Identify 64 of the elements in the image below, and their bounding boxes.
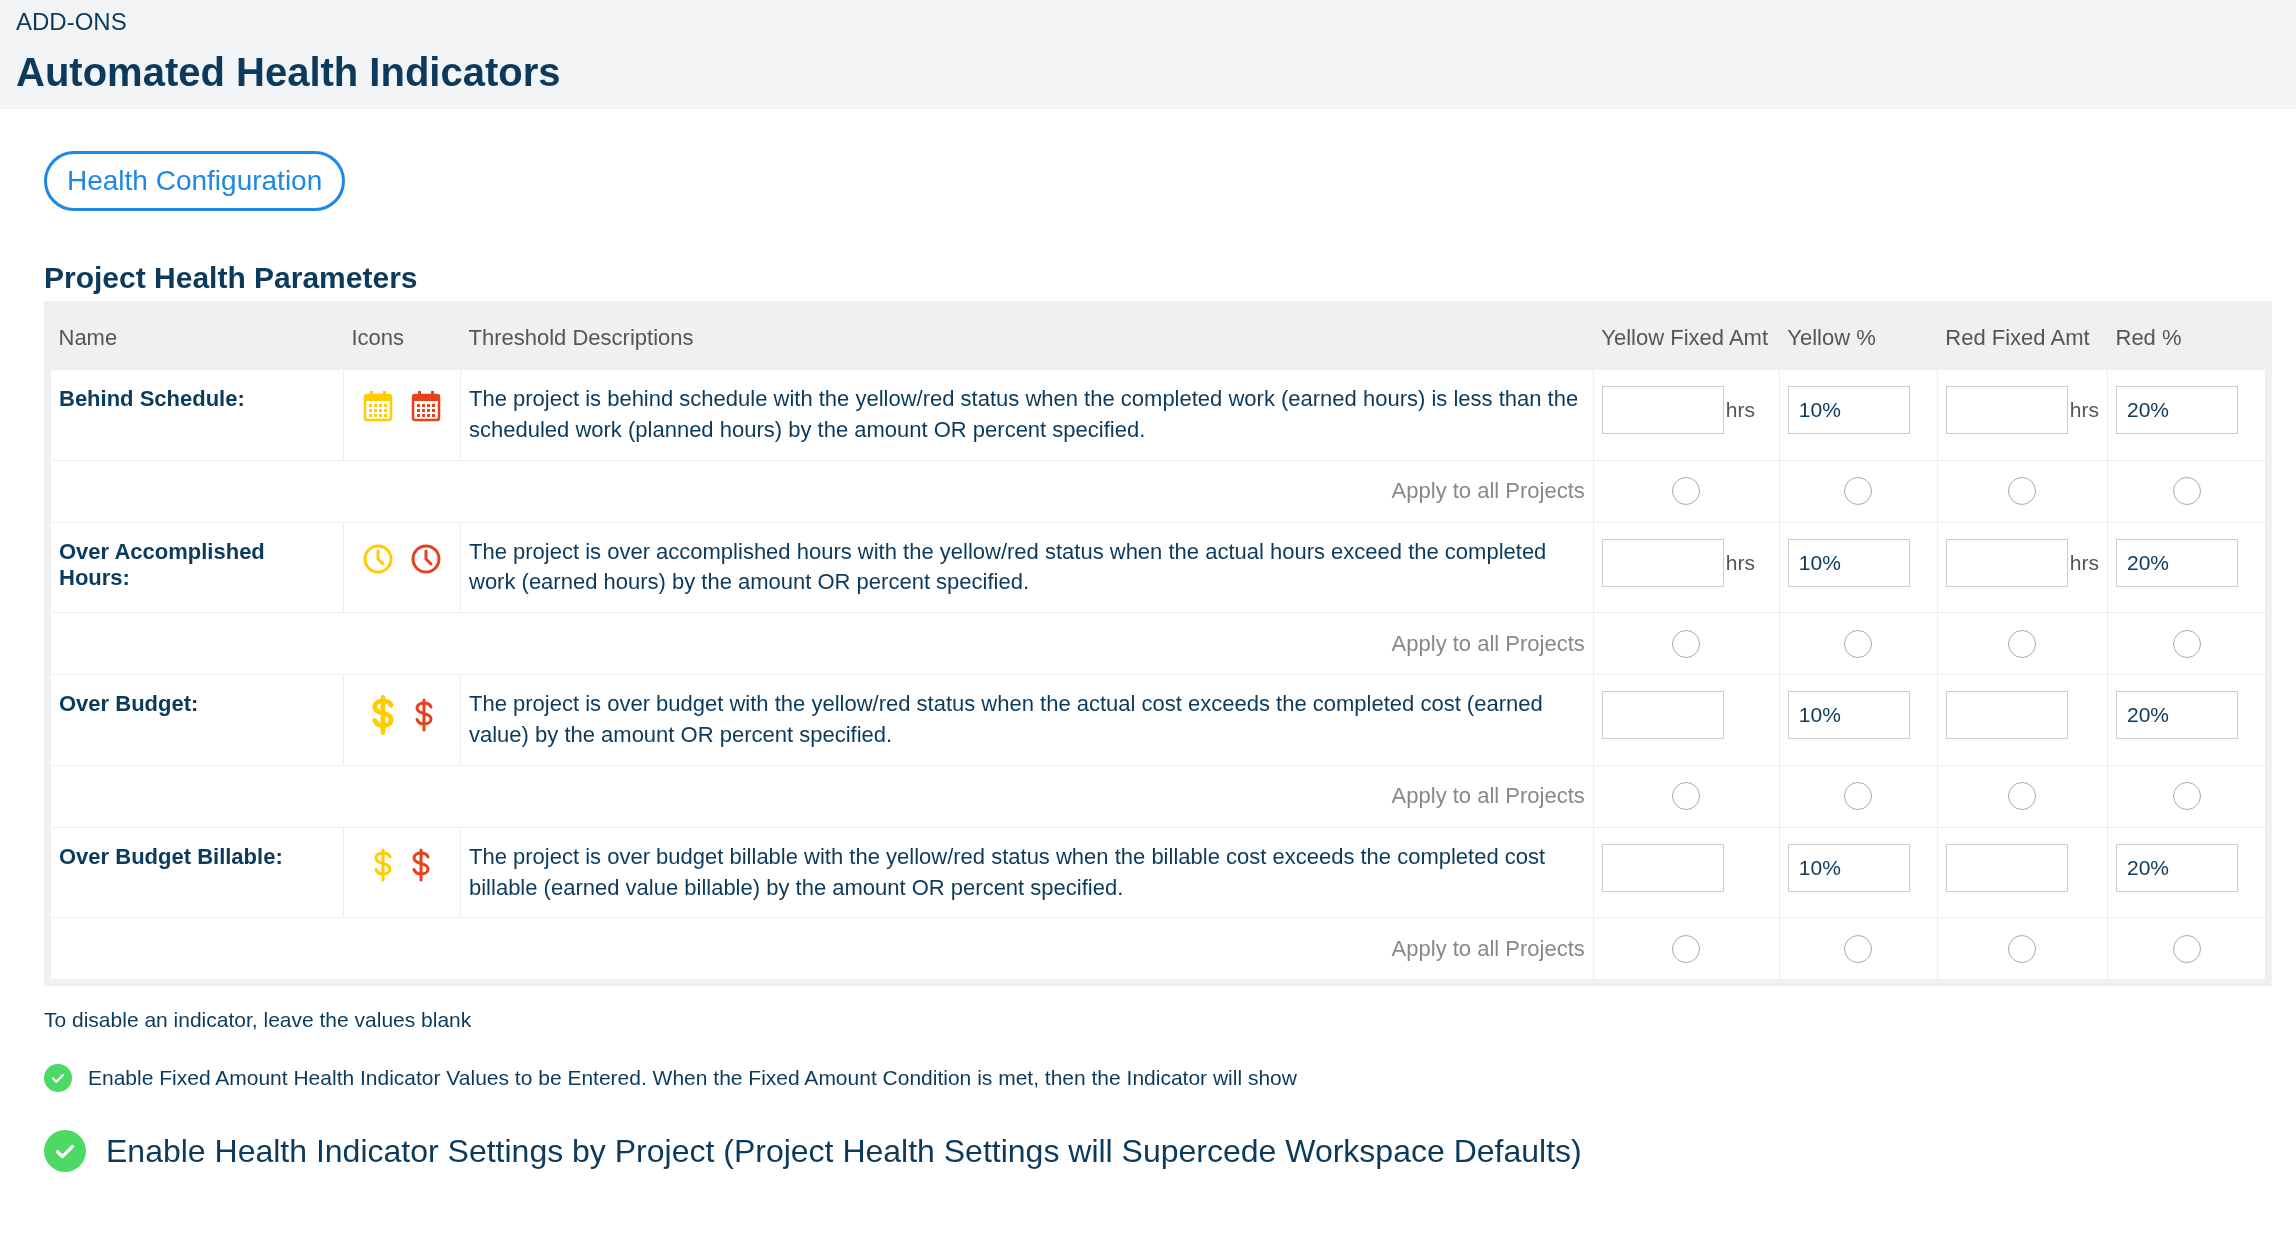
unit-label: hrs bbox=[1725, 550, 1755, 575]
apply-to-all-label: Apply to all Projects bbox=[1390, 630, 1585, 657]
indicator-name: Over Accomplished Hours: bbox=[59, 537, 266, 591]
option-label: Enable Fixed Amount Health Indicator Values to be Entered. When the Fixed Amount Condition is met, then the Indicator will show bbox=[88, 1066, 1297, 1091]
breadcrumb: ADD-ONS bbox=[16, 8, 128, 36]
radio-button[interactable] bbox=[1672, 934, 1701, 963]
checkbox[interactable] bbox=[44, 1130, 86, 1173]
page-title: Automated Health Indicators bbox=[16, 50, 562, 95]
threshold-description: The project is over accomplished hours with the yellow/red status when the actual hours exceed the completed work (earned hours) by the amount OR percent specified. bbox=[469, 537, 1548, 597]
checkbox[interactable] bbox=[44, 1064, 72, 1093]
radio-button[interactable] bbox=[1672, 477, 1701, 506]
health-configuration-button[interactable]: Health Configuration bbox=[44, 151, 346, 211]
indicator-name: Behind Schedule: bbox=[59, 385, 246, 412]
percent-field[interactable]: 20% bbox=[2116, 538, 2238, 587]
radio-button[interactable] bbox=[2172, 477, 2201, 506]
fixed-amount-field[interactable] bbox=[1601, 843, 1724, 892]
radio-button[interactable] bbox=[2172, 934, 2201, 963]
column-header: Icons bbox=[351, 325, 405, 350]
fixed-amount-field[interactable] bbox=[1601, 691, 1724, 740]
percent-field[interactable]: 10% bbox=[1787, 538, 1910, 587]
threshold-description: The project is over budget with the yellow/red status when the actual cost exceeds the completed cost (earned value) by the amount OR percent specified. bbox=[469, 690, 1544, 749]
radio-button[interactable] bbox=[1672, 782, 1701, 811]
unit-label: hrs bbox=[1725, 398, 1755, 422]
radio-button[interactable] bbox=[1844, 477, 1873, 506]
percent-field[interactable]: 20% bbox=[2116, 691, 2238, 740]
fixed-amount-field[interactable] bbox=[1945, 386, 2068, 434]
radio-button[interactable] bbox=[2008, 782, 2037, 811]
column-header: Yellow % bbox=[1787, 325, 1876, 350]
column-header: Red % bbox=[2115, 325, 2182, 350]
column-header: Yellow Fixed Amt bbox=[1601, 325, 1769, 350]
percent-field[interactable]: 20% bbox=[2116, 843, 2238, 892]
column-header: Red Fixed Amt bbox=[1945, 325, 2090, 350]
radio-button[interactable] bbox=[1844, 782, 1873, 811]
option-label: Enable Health Indicator Settings by Project (Project Health Settings will Supercede Workspace Defaults) bbox=[106, 1132, 1582, 1170]
radio-button[interactable] bbox=[2008, 629, 2037, 658]
radio-button[interactable] bbox=[2008, 477, 2037, 506]
apply-to-all-label: Apply to all Projects bbox=[1390, 478, 1585, 505]
radio-button[interactable] bbox=[1844, 629, 1873, 658]
fixed-amount-field[interactable] bbox=[1601, 538, 1724, 587]
fixed-amount-field[interactable] bbox=[1945, 843, 2068, 892]
percent-field[interactable]: 20% bbox=[2116, 386, 2238, 434]
column-header: Name bbox=[58, 325, 118, 350]
percent-field[interactable]: 10% bbox=[1787, 843, 1910, 892]
radio-button[interactable] bbox=[1672, 629, 1701, 658]
percent-field[interactable]: 10% bbox=[1787, 691, 1910, 740]
fixed-amount-field[interactable] bbox=[1601, 386, 1724, 434]
fixed-amount-field[interactable] bbox=[1945, 691, 2068, 740]
radio-button[interactable] bbox=[2172, 782, 2201, 811]
threshold-description: The project is over budget billable with the yellow/red status when the billable cost exceeds the completed cost billable (earned value billable) by the amount OR percent specified. bbox=[469, 842, 1547, 902]
unit-label: hrs bbox=[2069, 398, 2099, 422]
radio-button[interactable] bbox=[2172, 629, 2201, 658]
hint-text: To disable an indicator, leave the values blank bbox=[44, 1008, 473, 1033]
indicator-name: Over Budget Billable: bbox=[59, 842, 284, 870]
radio-button[interactable] bbox=[1844, 934, 1873, 963]
column-header: Threshold Descriptions bbox=[468, 325, 694, 350]
apply-to-all-label: Apply to all Projects bbox=[1390, 935, 1585, 962]
apply-to-all-label: Apply to all Projects bbox=[1390, 783, 1585, 810]
section-title: Project Health Parameters bbox=[44, 261, 419, 295]
threshold-description: The project is behind schedule with the yellow/red status when the completed work (earned hours) is less than the scheduled work (planned hours) by the amount OR percent specified. bbox=[469, 385, 1580, 444]
radio-button[interactable] bbox=[2008, 934, 2037, 963]
fixed-amount-field[interactable] bbox=[1945, 538, 2068, 587]
unit-label: hrs bbox=[2069, 550, 2099, 575]
indicator-name: Over Budget: bbox=[59, 690, 200, 718]
percent-field[interactable]: 10% bbox=[1787, 386, 1910, 434]
